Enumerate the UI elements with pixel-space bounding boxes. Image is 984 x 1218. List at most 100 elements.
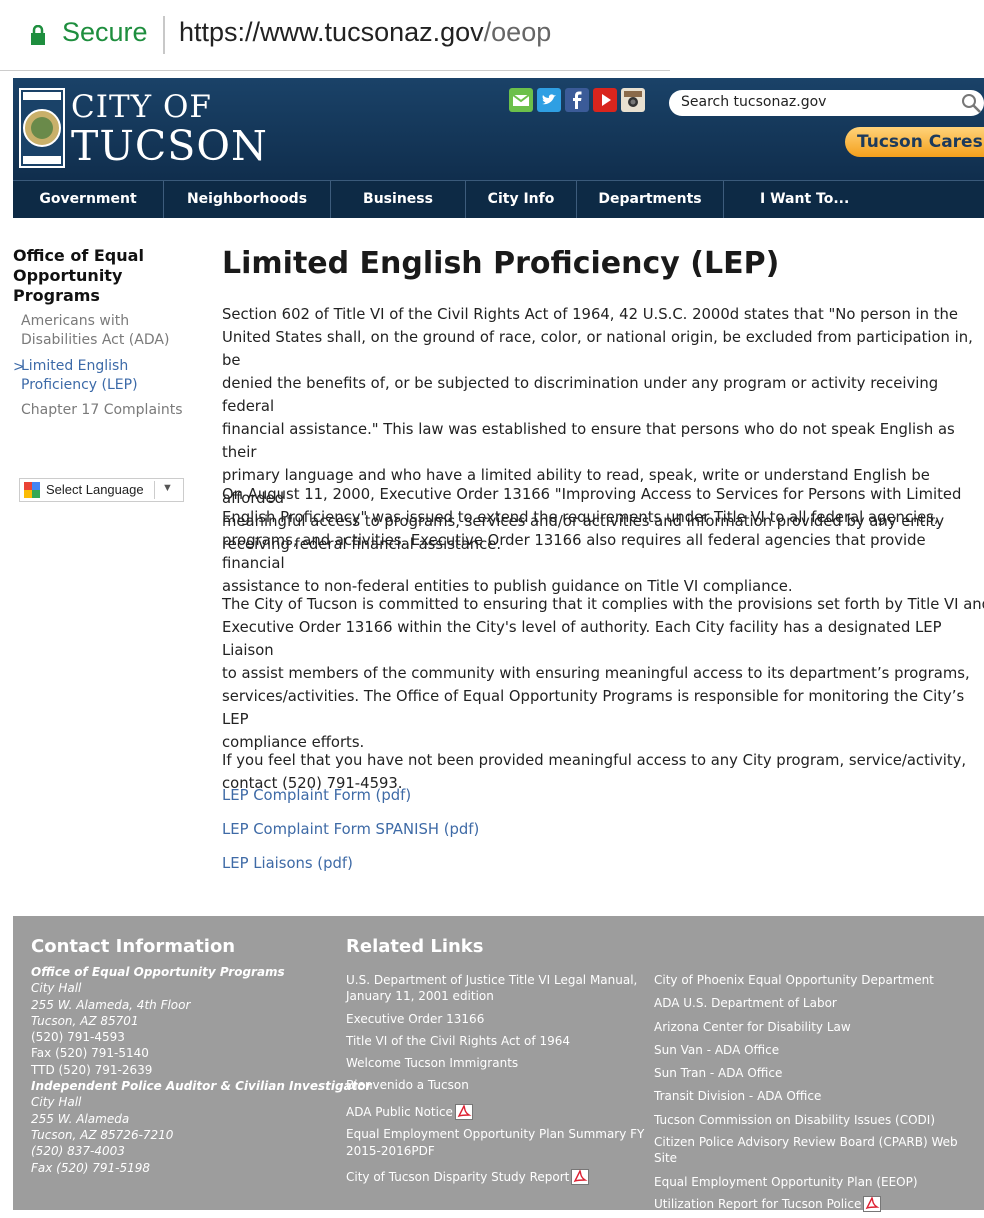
address-separator [163, 16, 165, 54]
nav-neighborhoods[interactable]: Neighborhoods [164, 181, 330, 218]
url-path: /oeop [483, 17, 552, 47]
url-host: https://www.tucsonaz.gov [179, 17, 484, 47]
related-link[interactable]: Transit Division - ADA Office [654, 1088, 974, 1104]
nav-departments[interactable]: Departments [577, 181, 723, 218]
contact-line: Tucson, AZ 85701 [31, 1013, 139, 1028]
related-link-text: Tucson Commission on Disability Issues (… [654, 1112, 936, 1127]
nav-business[interactable]: Business [331, 181, 465, 218]
related-link[interactable]: City of Tucson Disparity Study Report [346, 1169, 646, 1186]
youtube-icon[interactable] [593, 88, 617, 112]
contact-line: Fax (520) 791-5140 [31, 1046, 149, 1061]
main-nav: Government Neighborhoods Business City I… [13, 180, 984, 218]
page-title: Limited English Proficiency (LEP) [222, 246, 780, 281]
sidebar-title-line: Opportunity [13, 266, 123, 285]
lock-icon [31, 25, 45, 45]
address-bar[interactable]: Secure https://www.tucsonaz.gov/oeop [0, 0, 670, 70]
related-link[interactable]: City of Phoenix Equal Opportunity Depart… [654, 972, 974, 988]
related-link[interactable]: Sun Tran - ADA Office [654, 1065, 974, 1081]
related-link-text: ADA Public Notice [346, 1104, 646, 1121]
contact-line: TTD (520) 791-2639 [31, 1062, 153, 1077]
paragraph-line: Executive Order 13166 within the City's … [222, 619, 942, 659]
search-icon[interactable] [960, 92, 982, 114]
site-search[interactable] [669, 90, 984, 116]
related-link[interactable]: Tucson Commission on Disability Issues (… [654, 1112, 974, 1128]
sidebar-title[interactable]: Office of Equal Opportunity Programs [13, 246, 173, 306]
sidebar-title-line: Programs [13, 286, 100, 305]
related-link-text: Arizona Center for Disability Law [654, 1019, 851, 1034]
google-translate-icon [24, 482, 40, 498]
lep-complaint-form-link[interactable]: LEP Complaint Form (pdf) [222, 787, 411, 804]
related-link[interactable]: Equal Employment Opportunity Plan Summar… [346, 1126, 646, 1159]
sidebar-item-label: Proficiency (LEP) [21, 377, 138, 393]
wordmark-line1: CITY OF [71, 89, 212, 125]
pdf-icon [571, 1169, 590, 1186]
paragraph-line: If you feel that you have not been provi… [222, 752, 967, 769]
related-link[interactable]: Citizen Police Advisory Review Board (CP… [654, 1134, 974, 1167]
paragraph-executive-order: On August 11, 2000, Executive Order 1316… [222, 483, 984, 598]
facebook-icon[interactable] [565, 88, 589, 112]
related-links-heading: Related Links [346, 936, 484, 957]
sidebar-item-label: Americans with [21, 313, 130, 329]
related-link-text: Site [654, 1151, 678, 1166]
related-link-text: ADA U.S. Department of Labor [654, 996, 837, 1011]
related-link-text: Welcome Tucson Immigrants [346, 1056, 519, 1071]
lep-liaisons-link[interactable]: LEP Liaisons (pdf) [222, 855, 353, 872]
related-link[interactable]: U.S. Department of Justice Title VI Lega… [346, 972, 646, 1005]
related-link[interactable]: Welcome Tucson Immigrants [346, 1055, 646, 1071]
language-divider [154, 481, 155, 499]
paragraph-line: English Proficiency" was issued to exten… [222, 509, 939, 526]
related-link[interactable]: Sun Van - ADA Office [654, 1042, 974, 1058]
nav-i-want-to[interactable]: I Want To... [724, 181, 864, 218]
url-text[interactable]: https://www.tucsonaz.gov/oeop [179, 17, 551, 48]
secure-label: Secure [62, 17, 148, 47]
sidebar-item-label: Chapter 17 Complaints [21, 402, 183, 418]
paragraph-line: to assist members of the community with … [222, 665, 970, 682]
tucson-cares-button[interactable]: Tucson Cares [845, 127, 984, 157]
nav-government[interactable]: Government [13, 181, 163, 218]
related-link-text: Title VI of the Civil Rights Act of 1964 [346, 1033, 570, 1048]
contact-line: Office of Equal Opportunity Programs [31, 965, 285, 979]
sidebar-item-label: Disabilities Act (ADA) [21, 332, 170, 348]
contact-line: (520) 791-4593 [31, 1030, 125, 1045]
site-header: CITY OF TUCSON Tucson Cares [13, 78, 984, 180]
twitter-icon[interactable] [537, 88, 561, 112]
related-link[interactable]: ADA U.S. Department of Labor [654, 995, 974, 1011]
related-link-text: 2015-2016PDF [346, 1143, 435, 1158]
instagram-icon[interactable] [621, 88, 645, 112]
paragraph-line: financial assistance." This law was esta… [222, 421, 955, 461]
language-selector[interactable]: Select Language ▼ [19, 478, 184, 502]
related-link-text: Citizen Police Advisory Review Board (CP… [654, 1135, 958, 1150]
related-link-text: Executive Order 13166 [346, 1011, 485, 1026]
paragraph-line: denied the benefits of, or be subjected … [222, 375, 939, 415]
related-link-text: Sun Van - ADA Office [654, 1042, 780, 1057]
related-link[interactable]: Equal Employment Opportunity Plan (EEOP) [654, 1174, 974, 1190]
browser-divider [0, 70, 670, 71]
contact-heading: Contact Information [31, 936, 236, 957]
email-icon[interactable] [509, 88, 533, 112]
language-label: Select Language [46, 482, 144, 497]
page: CITY OF TUCSON Tucson Cares Governm [13, 78, 984, 1213]
wordmark-line2: TUCSON [71, 122, 268, 170]
related-link[interactable]: Title VI of the Civil Rights Act of 1964 [346, 1033, 646, 1049]
related-link[interactable]: Bienvenido a Tucson [346, 1077, 646, 1093]
related-link-text: Transit Division - ADA Office [654, 1089, 822, 1104]
related-link[interactable]: Executive Order 13166 [346, 1011, 646, 1027]
sidebar-item-ada[interactable]: Americans with Disabilities Act (ADA) [21, 312, 211, 350]
related-link[interactable]: Arizona Center for Disability Law [654, 1019, 974, 1035]
related-link-text: Bienvenido a Tucson [346, 1078, 469, 1093]
related-link[interactable]: ADA Public Notice [346, 1104, 646, 1121]
sidebar-item-lep[interactable]: Limited English Proficiency (LEP) [21, 357, 211, 395]
nav-city-info[interactable]: City Info [466, 181, 576, 218]
lep-complaint-form-spanish-link[interactable]: LEP Complaint Form SPANISH (pdf) [222, 821, 479, 838]
related-link-text: U.S. Department of Justice Title VI Lega… [346, 973, 638, 987]
city-seal-logo[interactable] [19, 88, 65, 168]
sidebar-title-line: Office of Equal [13, 246, 144, 265]
related-link-text: City of Tucson Disparity Study Report [346, 1169, 646, 1186]
related-link-text: Equal Employment Opportunity Plan Summar… [346, 1127, 645, 1142]
sidebar-item-chapter17[interactable]: Chapter 17 Complaints [21, 401, 211, 420]
paragraph-line: The City of Tucson is committed to ensur… [222, 596, 984, 613]
city-wordmark[interactable]: CITY OF TUCSON [71, 90, 268, 168]
site-footer: Contact Information Office of Equal Oppo… [13, 916, 984, 1213]
paragraph-line: On August 11, 2000, Executive Order 1316… [222, 486, 962, 503]
search-input[interactable] [679, 93, 953, 111]
